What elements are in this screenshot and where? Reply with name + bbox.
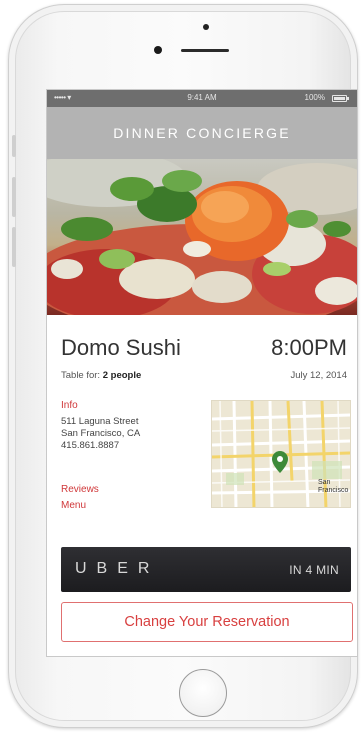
reservation-details: Domo Sushi 8:00PM Table for: 2 people Ju…	[47, 315, 357, 400]
table-for-label: Table for:	[61, 370, 101, 381]
address-block: 511 Laguna Street San Francisco, CA 415.…	[61, 416, 140, 452]
phone-frame: ••••• ▾ 9:41 AM 100% DINNER CONCIERGE Do…	[8, 4, 358, 728]
restaurant-photo	[47, 159, 357, 315]
mute-switch	[12, 135, 16, 157]
proximity-sensor	[203, 24, 209, 30]
uber-eta: IN 4 MIN	[289, 563, 339, 577]
sushi-dish-image	[47, 159, 357, 315]
menu-link[interactable]: Menu	[61, 500, 86, 511]
address-city: San Francisco, CA	[61, 428, 141, 439]
map-pin-icon	[272, 451, 288, 473]
address-street: 511 Laguna Street	[61, 416, 139, 427]
reservation-date: July 12, 2014	[290, 370, 347, 381]
front-camera	[154, 46, 162, 54]
header-title: DINNER CONCIERGE	[113, 125, 291, 141]
home-button[interactable]	[179, 669, 227, 717]
earpiece-speaker	[181, 49, 229, 52]
location-map[interactable]: San Francisco	[211, 400, 351, 508]
table-size: Table for: 2 people	[61, 370, 141, 381]
change-reservation-label: Change Your Reservation	[124, 614, 290, 630]
screen: ••••• ▾ 9:41 AM 100% DINNER CONCIERGE Do…	[47, 90, 357, 656]
change-reservation-button[interactable]: Change Your Reservation	[61, 602, 353, 642]
volume-up-button	[12, 177, 16, 217]
info-section: Info 511 Laguna Street San Francisco, CA…	[47, 400, 357, 530]
reservation-time: 8:00PM	[271, 335, 347, 360]
uber-logo: UBER	[75, 560, 160, 577]
restaurant-name: Domo Sushi	[61, 335, 181, 360]
map-label-francisco: Francisco	[318, 487, 349, 494]
battery-icon	[332, 95, 349, 102]
reviews-link[interactable]: Reviews	[61, 484, 99, 495]
party-size: 2 people	[102, 370, 142, 381]
info-link[interactable]: Info	[61, 400, 78, 411]
volume-down-button	[12, 227, 16, 267]
map-label-san: San	[318, 479, 331, 486]
phone-number[interactable]: 415.861.8887	[61, 440, 140, 452]
app-header: DINNER CONCIERGE	[47, 107, 357, 159]
status-bar: ••••• ▾ 9:41 AM 100%	[47, 90, 357, 107]
uber-ride-button[interactable]: UBER IN 4 MIN	[61, 547, 351, 592]
map-label-sf: San Francisco	[318, 479, 348, 495]
battery-percent: 100%	[304, 93, 325, 102]
